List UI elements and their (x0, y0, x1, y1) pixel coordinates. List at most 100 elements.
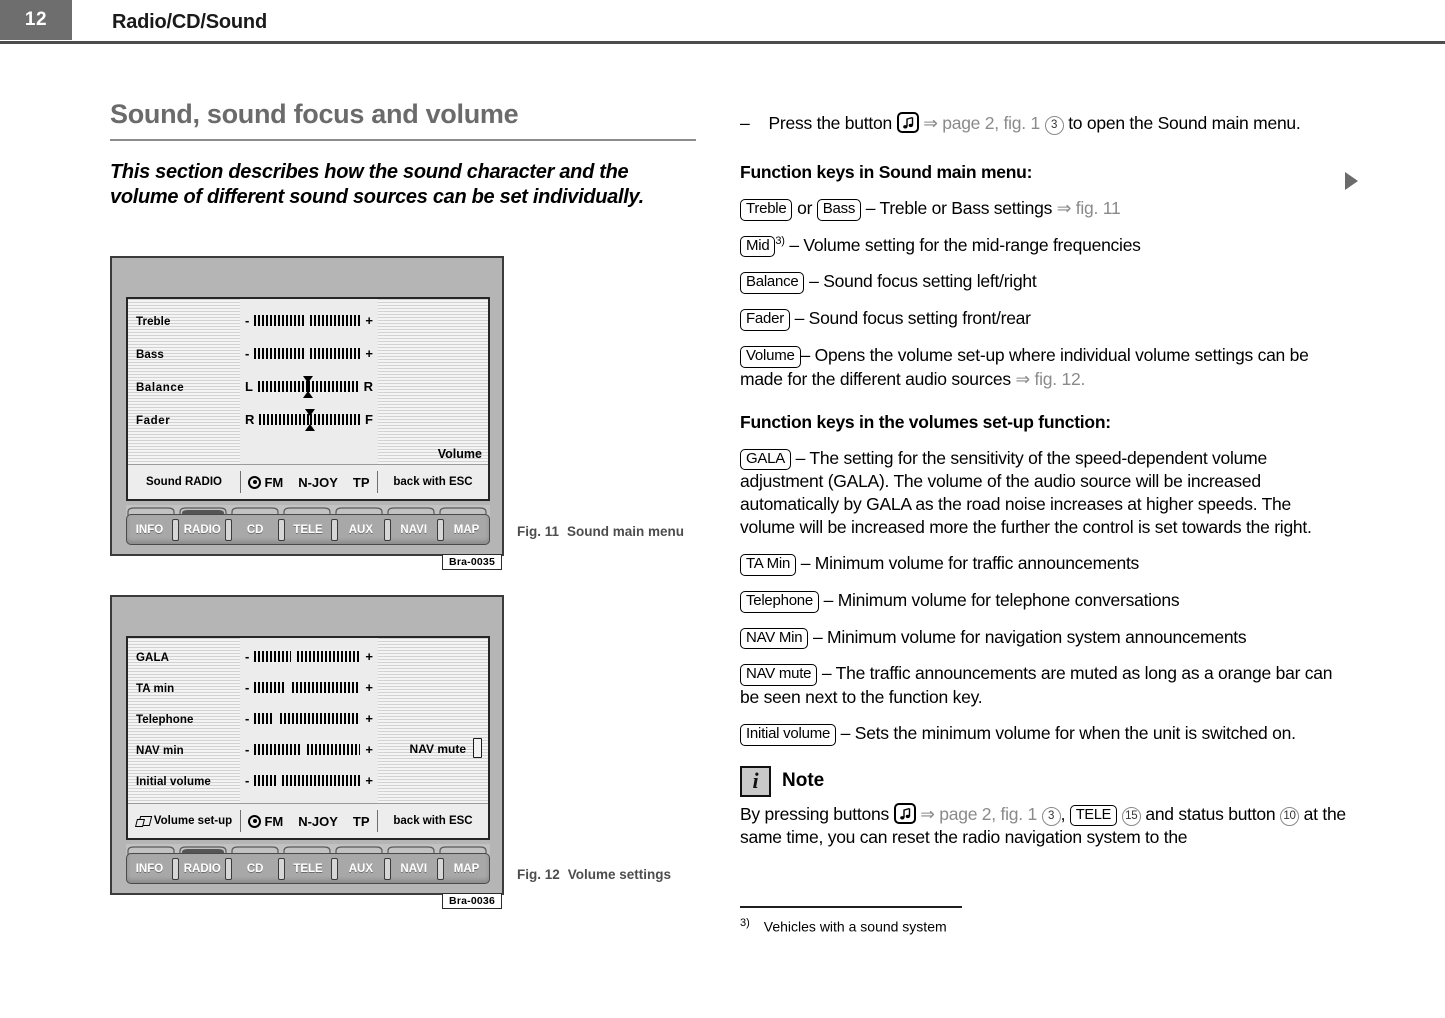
hw-button-aux[interactable]: AUX (338, 854, 383, 883)
hw-button-tele[interactable]: TELE (286, 854, 331, 883)
slider-initial-volume-max: + (365, 773, 373, 788)
function-key-gala[interactable]: GALA (740, 448, 792, 471)
hw-button-map[interactable]: MAP (444, 854, 489, 883)
slider-fader-bar-left (259, 414, 310, 425)
note-text-b: and status button (1145, 803, 1276, 824)
function-key-mid-desc: – Volume setting for the mid-range frequ… (789, 234, 1141, 255)
function-key-nav-min[interactable]: NAV Min (740, 627, 809, 650)
row-label-fader[interactable]: Fader (136, 415, 170, 427)
slider-fader[interactable]: R F (240, 408, 378, 431)
function-key-volume[interactable]: Volume (740, 345, 801, 368)
callout-number-3: 3 (1041, 806, 1061, 826)
status-back-hint: back with ESC (393, 815, 473, 827)
function-key-bass[interactable]: Bass (816, 198, 862, 221)
function-key-telephone[interactable]: Telephone (740, 590, 819, 613)
slider-fader-right-cap: F (365, 412, 373, 427)
right-column: – Press the button ⇒ page 2, fig. 1 3 to… (740, 112, 1358, 849)
cross-reference-arrow: ⇒ (1015, 368, 1030, 389)
hw-button-info[interactable]: INFO (127, 515, 172, 544)
slider-ta-min-max: + (365, 680, 373, 695)
screen-right-panel: NAV mute (378, 638, 488, 807)
row-label-nav-min[interactable]: NAV min (136, 745, 184, 757)
function-key-initial-volume-desc: – Sets the minimum volume for when the u… (840, 722, 1296, 743)
heading-function-keys-sound: Function keys in Sound main menu: (740, 162, 1033, 182)
hw-button-cd[interactable]: CD (233, 854, 278, 883)
cross-reference-page[interactable]: page 2, fig. 1 (939, 804, 1037, 824)
function-key-tele[interactable]: TELE (1069, 804, 1118, 826)
cross-reference-fig12[interactable]: fig. 12. (1035, 369, 1086, 389)
volume-function-key[interactable]: Volume (438, 447, 482, 461)
hw-button-radio[interactable]: RADIO (180, 515, 225, 544)
rds-icon (248, 814, 262, 828)
cross-reference-page[interactable]: page 2, fig. 1 (942, 113, 1040, 133)
hw-button-navi[interactable]: NAVI (391, 515, 436, 544)
cross-reference-arrow: ⇒ (920, 803, 935, 824)
status-bar-fig12: Volume set-up FM N-JOY TP back with ESC (128, 803, 488, 838)
slider-treble[interactable]: - + (240, 314, 378, 327)
row-label-initial-volume[interactable]: Initial volume (136, 776, 211, 788)
hardware-button-row-fig12: INFO RADIO CD TELE AUX NAVI MAP (126, 853, 490, 884)
nav-mute-function-key[interactable]: NAV mute (410, 742, 466, 756)
status-source-label: Sound RADIO (128, 476, 240, 488)
screen-left-panel: GALA TA min Telephone NAV min Initial vo… (128, 638, 240, 807)
slider-bass[interactable]: - + (240, 347, 378, 360)
function-key-initial-volume-row: Initial volume – Sets the minimum volume… (740, 722, 1350, 746)
slider-telephone[interactable]: - + (240, 712, 378, 725)
music-note-button-icon (896, 112, 919, 133)
figure-caption-number: Fig. 11 (517, 524, 560, 539)
function-key-treble[interactable]: Treble (740, 198, 793, 221)
row-label-treble[interactable]: Treble (136, 316, 170, 328)
slider-telephone-max: + (365, 711, 373, 726)
hw-button-cd[interactable]: CD (233, 515, 278, 544)
status-band: FM (248, 814, 283, 829)
slider-nav-min[interactable]: - + (240, 743, 378, 756)
instruction-text-b: to open the Sound main menu. (1068, 113, 1301, 133)
button-separator (225, 515, 233, 544)
screen-left-panel: Treble Bass Balance Fader (128, 299, 240, 468)
screen-right-panel: Volume (378, 299, 488, 468)
slider-balance-bar-right (308, 381, 359, 392)
function-key-nav-mute[interactable]: NAV mute (740, 664, 818, 687)
slider-treble-bar-right (310, 315, 361, 326)
cross-reference-fig11[interactable]: fig. 11 (1076, 198, 1121, 218)
hw-button-aux[interactable]: AUX (338, 515, 383, 544)
row-label-bass[interactable]: Bass (136, 349, 164, 361)
hw-button-navi[interactable]: NAVI (391, 854, 436, 883)
slider-gala[interactable]: - + (240, 650, 378, 663)
slider-ta-min[interactable]: - + (240, 681, 378, 694)
radio-screen-fig12: GALA TA min Telephone NAV min Initial vo… (126, 636, 490, 840)
slider-initial-volume[interactable]: - + (240, 774, 378, 787)
function-key-initial-volume[interactable]: Initial volume (740, 723, 837, 746)
hw-button-info[interactable]: INFO (127, 854, 172, 883)
footnote-text: Vehicles with a sound system (763, 918, 947, 935)
status-source-text: Sound RADIO (145, 476, 223, 488)
screen-center-panel: - + - + L R R F (240, 299, 378, 468)
function-key-ta-min[interactable]: TA Min (740, 554, 797, 576)
row-label-telephone[interactable]: Telephone (136, 714, 194, 726)
button-separator (278, 854, 286, 883)
button-separator (330, 854, 338, 883)
slider-fader-bar-right (309, 414, 361, 425)
hw-button-radio[interactable]: RADIO (180, 854, 225, 883)
note-header: i Note (740, 765, 1350, 797)
figure-caption-number: Fig. 12 (517, 867, 560, 882)
function-key-balance[interactable]: Balance (740, 272, 805, 295)
slider-treble-max: + (365, 313, 373, 328)
slider-treble-min: - (245, 313, 250, 328)
row-label-balance[interactable]: Balance (136, 382, 184, 394)
status-back-hint: back with ESC (393, 476, 473, 488)
hw-button-map[interactable]: MAP (444, 515, 489, 544)
screen-center-panel: - + - + - + - + - + (240, 638, 378, 807)
button-separator (383, 854, 391, 883)
function-key-nav-mute-desc: – The traffic announcements are muted as… (740, 663, 1333, 708)
header-title: Radio/CD/Sound (112, 11, 267, 33)
row-label-gala[interactable]: GALA (136, 652, 169, 664)
slider-ta-min-min: - (245, 680, 250, 695)
hw-button-tele[interactable]: TELE (286, 515, 331, 544)
slider-initial-volume-bar-right (281, 775, 361, 786)
function-key-mid[interactable]: Mid (740, 235, 776, 258)
slider-balance[interactable]: L R (240, 375, 378, 398)
row-label-ta-min[interactable]: TA min (136, 683, 174, 695)
function-key-fader[interactable]: Fader (740, 309, 790, 331)
slider-nav-min-bar-right (306, 744, 361, 755)
